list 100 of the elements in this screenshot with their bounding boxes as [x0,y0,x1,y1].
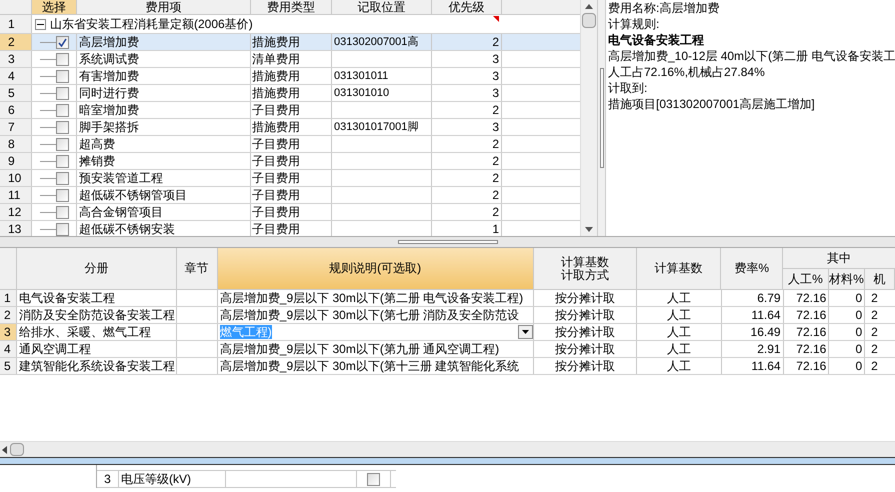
table-cell: 72.16 [784,358,830,374]
scroll-up-icon[interactable] [585,4,593,9]
table-cell: 人工 [637,358,722,374]
table-cell: 按分摊计取 [534,324,638,340]
table-cell: 子目费用 [251,102,332,118]
row-number[interactable]: 3 [0,324,17,340]
tree-toggle[interactable] [35,19,46,30]
tree-line [40,92,56,94]
column-group-header: 其中 [783,248,895,269]
table-cell: 按分摊计取 [534,341,638,357]
table-cell: 子目费用 [251,187,332,203]
table-row[interactable]: 12 高合金钢管项目 子目费用 2 [0,204,580,221]
table-cell: 2 [432,170,502,186]
table-cell: 超低碳不锈钢管项目 [77,187,251,203]
table-row[interactable]: 6 暗室增加费 子目费用 2 [0,102,580,119]
column-header[interactable]: 计算基数 [654,262,703,275]
scroll-thumb[interactable] [582,13,596,28]
table-cell: 预安装管道工程 [77,170,251,186]
column-header[interactable]: 章节 [184,262,209,275]
table-cell: 2.91 [722,341,784,357]
checkbox[interactable] [56,188,69,202]
table-cell: 人工 [637,307,722,323]
table-row[interactable]: 2 高层增加费 措施费用 031302007001高 2 [0,34,580,51]
checkbox[interactable] [56,36,69,48]
tree-line [40,228,56,230]
table-cell: 11.64 [722,307,784,323]
info-text: 计算规则: [608,16,660,32]
column-header[interactable]: 记取位置 [332,0,432,14]
checkbox[interactable] [367,472,380,486]
table-cell: 3 [432,85,502,101]
info-text: 高层增加费_10-12层 40m以下(第二册 电气设备安装工 [608,48,895,64]
column-header[interactable]: 机 [865,269,895,289]
column-header[interactable]: 费率% [734,262,770,275]
tree-line [40,58,56,60]
table-cell: 0 [829,358,866,374]
table-row[interactable]: 10 预安装管道工程 子目费用 2 [0,170,580,187]
checkbox[interactable] [56,52,69,66]
table-row[interactable]: 5 同时进行费 措施费用 031301010 3 [0,85,580,102]
table-cell: 按分摊计取 [534,358,638,374]
checkbox[interactable] [56,206,69,218]
scroll-down-icon[interactable] [585,227,593,232]
table-row[interactable]: 9 摊销费 子目费用 2 [0,153,580,170]
row-number[interactable]: 1 [0,290,17,306]
row-number: 13 [0,221,32,236]
table-cell: 72.16 [784,290,830,306]
checkbox[interactable] [56,138,69,150]
table-cell: 72.16 [784,341,830,357]
table-row[interactable]: 4 有害增加费 措施费用 031301011 3 [0,68,580,85]
table-row[interactable]: 7 脚手架搭拆 措施费用 031301017001脚 3 [0,119,580,136]
checkbox[interactable] [56,154,69,168]
row-number: 3 [0,51,32,67]
column-header[interactable]: 材料% [829,269,865,289]
tree-line [40,160,56,162]
scroll-thumb[interactable] [10,443,24,456]
table-cell-text: 2 [870,307,879,323]
checkbox[interactable] [56,70,69,82]
column-header[interactable]: 费用类型 [251,0,332,14]
table-cell: 高层增加费_9层以下 30m以下(第十三册 建筑智能化系统 [218,358,534,374]
scroll-left-icon[interactable] [2,446,7,454]
column-header[interactable]: 费用项 [77,0,251,14]
table-cell: 措施费用 [251,34,332,50]
checkbox[interactable] [56,86,69,100]
checkbox[interactable] [56,172,69,184]
table-cell: 0 [829,341,866,357]
table-cell: 0 [829,290,866,306]
tree-line [40,126,56,128]
checkbox[interactable] [56,222,69,236]
table-cell: 措施费用 [251,85,332,101]
column-header[interactable]: 优先级 [432,0,502,14]
column-header[interactable]: 选择 [32,0,77,14]
table-cell: 同时进行费 [77,85,251,101]
splitter[interactable] [0,457,895,465]
column-header[interactable]: 分册 [84,262,108,275]
column-header[interactable]: 人工% [783,269,829,289]
checkbox[interactable] [56,120,69,134]
table-row[interactable]: 3 系统调试费 清单费用 3 [0,51,580,68]
table-cell: 高层增加费_9层以下 30m以下(第九册 通风空调工程) [218,341,534,357]
row-number[interactable]: 4 [0,341,17,357]
row-number[interactable]: 2 [0,307,17,323]
table-cell: 高层增加费_9层以下 30m以下(第二册 电气设备安装工程) [218,290,534,306]
column-header[interactable]: 计算基数计取方式 [560,256,609,282]
info-text: 措施项目[031302007001高层施工增加] [608,96,816,112]
row-number: 7 [0,119,32,135]
table-cell: 031302007001高 [332,34,432,50]
table-row[interactable]: 11 超低碳不锈钢管项目 子目费用 2 [0,187,580,204]
table-row[interactable]: 8 超高费 子目费用 2 [0,136,580,153]
table-cell: 2 [432,153,502,169]
row-number[interactable]: 5 [0,358,17,374]
column-header[interactable]: 规则说明(可选取) [329,262,422,275]
table-cell: 031301017001脚 [332,119,432,135]
checkbox[interactable] [56,104,69,116]
table-cell: 高合金钢管项目 [77,204,251,220]
tree-node[interactable]: 山东省安装工程消耗量定额(2006基价) [46,15,253,33]
row-number: 11 [0,187,32,203]
vertical-scrollbar[interactable] [580,0,597,236]
table-cell: 0 [829,307,866,323]
table-cell: 暗室增加费 [77,102,251,118]
row-number: 6 [0,102,32,118]
horizontal-scrollbar[interactable] [0,441,895,457]
table-cell: 措施费用 [251,68,332,84]
